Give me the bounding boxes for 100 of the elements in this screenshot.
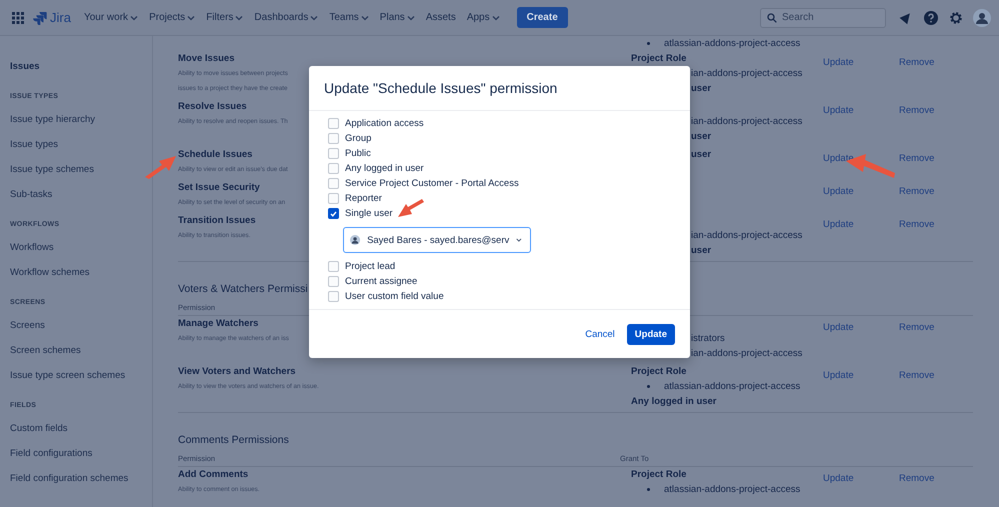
nav-menu-item[interactable]: Assets xyxy=(420,8,461,27)
checkbox-label: Any logged in user xyxy=(345,163,424,174)
grant-to-text: Any logged in user xyxy=(631,395,717,409)
checkbox[interactable] xyxy=(328,163,339,174)
sidebar-item[interactable]: Screen schemes xyxy=(10,338,152,363)
user-avatar-icon[interactable] xyxy=(973,8,991,26)
bullet-icon xyxy=(647,488,650,491)
grant-to-text: ian-addons-project-access xyxy=(691,67,802,81)
sidebar-item[interactable]: Custom fields xyxy=(10,416,152,441)
grant-to-text: Project Role xyxy=(631,365,686,379)
checkbox-label: Group xyxy=(345,133,372,144)
checkbox-label: Public xyxy=(345,148,371,159)
nav-menu-item[interactable]: Filters xyxy=(201,8,248,27)
sidebar-item[interactable]: Field configurations xyxy=(10,441,152,466)
nav-menu-item[interactable]: Apps xyxy=(462,8,505,27)
remove-link[interactable]: Remove xyxy=(899,51,973,70)
search-field[interactable]: Search xyxy=(760,8,886,28)
checkmark-icon xyxy=(330,210,337,216)
sidebar-item[interactable]: Issue type hierarchy xyxy=(10,107,152,132)
grant-to-text: user xyxy=(691,82,712,96)
permission-name: Schedule Issues xyxy=(178,148,252,162)
checkbox-label: Current assignee xyxy=(345,276,418,287)
grant-to-text: ian-addons-project-access xyxy=(691,347,802,361)
update-link[interactable]: Update xyxy=(823,180,899,199)
bullet-icon xyxy=(647,42,650,45)
product-name: Jira xyxy=(50,10,71,25)
update-link[interactable]: Update xyxy=(823,51,899,70)
remove-link[interactable]: Remove xyxy=(899,147,973,166)
checkbox-label: Application access xyxy=(345,118,424,129)
grant-to-text: ian-addons-project-access xyxy=(691,115,802,129)
grant-to-text: atlassian-addons-project-access xyxy=(664,380,800,394)
permission-name: Move Issues xyxy=(178,52,234,66)
grant-to-text: Project Role xyxy=(631,52,686,66)
checkbox[interactable] xyxy=(328,118,339,129)
checkbox[interactable] xyxy=(328,208,339,219)
permission-name: Resolve Issues xyxy=(178,100,247,114)
chevron-down-icon xyxy=(516,237,522,243)
create-button[interactable]: Create xyxy=(516,7,568,28)
remove-link[interactable]: Remove xyxy=(899,364,973,383)
checkbox[interactable] xyxy=(328,276,339,287)
grant-to-text: user xyxy=(691,244,712,258)
permission-name: View Voters and Watchers xyxy=(178,365,296,379)
grant-to-text: ian-addons-project-access xyxy=(691,229,802,243)
sidebar-item[interactable]: Workflow schemes xyxy=(10,260,152,285)
update-link[interactable]: Update xyxy=(823,316,899,335)
update-link[interactable]: Update xyxy=(823,213,899,232)
nav-menu-item[interactable]: Plans xyxy=(374,8,420,27)
grant-to-text: atlassian-addons-project-access xyxy=(664,483,800,497)
checkbox[interactable] xyxy=(328,178,339,189)
apps-grid-icon xyxy=(12,12,24,24)
grant-to-text: user xyxy=(691,148,712,162)
sidebar-item[interactable]: Issues xyxy=(10,54,152,79)
section-title: Voters & Watchers Permissi xyxy=(178,282,308,297)
remove-link[interactable]: Remove xyxy=(899,213,973,232)
update-link[interactable]: Update xyxy=(823,147,899,166)
sidebar-item[interactable]: Issue type schemes xyxy=(10,157,152,182)
update-link[interactable]: Update xyxy=(823,467,899,486)
checkbox[interactable] xyxy=(328,148,339,159)
cancel-button[interactable]: Cancel xyxy=(581,324,619,344)
user-avatar-icon xyxy=(350,233,360,247)
sidebar-item[interactable]: Workflows xyxy=(10,235,152,260)
sidebar-item[interactable]: Issue type screen schemes xyxy=(10,363,152,388)
sidebar-item[interactable]: Screens xyxy=(10,313,152,338)
checkbox-label: Service Project Customer - Portal Access xyxy=(345,178,519,189)
permission-name: Manage Watchers xyxy=(178,317,258,331)
nav-menu-item[interactable]: Teams xyxy=(324,8,374,27)
dialog-title: Update "Schedule Issues" permission xyxy=(324,80,558,96)
bullet-icon xyxy=(647,385,650,388)
remove-link[interactable]: Remove xyxy=(899,316,973,335)
permission-name: Transition Issues xyxy=(178,214,256,228)
user-select-field[interactable]: Sayed Bares - sayed.bares@serv xyxy=(343,227,531,253)
remove-link[interactable]: Remove xyxy=(899,467,973,486)
checkbox[interactable] xyxy=(328,291,339,302)
sidebar-item[interactable]: Sub-tasks xyxy=(10,182,152,207)
sidebar-item[interactable]: Field configuration schemes xyxy=(10,466,152,491)
checkbox[interactable] xyxy=(328,193,339,204)
grant-to-text: Project Role xyxy=(631,468,686,482)
checkbox-label: Project lead xyxy=(345,261,396,272)
section-title: Comments Permissions xyxy=(178,433,289,448)
grant-to-text: atlassian-addons-project-access xyxy=(664,37,800,51)
search-icon xyxy=(767,12,777,22)
remove-link[interactable]: Remove xyxy=(899,99,973,118)
nav-menu-item[interactable]: Your work xyxy=(78,8,144,27)
update-button[interactable]: Update xyxy=(626,324,675,344)
nav-menu-item[interactable]: Dashboards xyxy=(249,8,324,27)
sidebar-item[interactable]: Issue types xyxy=(10,132,152,157)
checkbox-label: Reporter xyxy=(345,193,382,204)
annotation-arrow xyxy=(396,198,426,220)
checkbox-label: Single user xyxy=(345,208,393,219)
remove-link[interactable]: Remove xyxy=(899,180,973,199)
checkbox[interactable] xyxy=(328,261,339,272)
permission-name: Add Comments xyxy=(178,468,248,482)
nav-menu-item[interactable]: Projects xyxy=(144,8,200,27)
jira-logo-icon[interactable] xyxy=(33,10,47,24)
update-link[interactable]: Update xyxy=(823,364,899,383)
update-link[interactable]: Update xyxy=(823,99,899,118)
checkbox[interactable] xyxy=(328,133,339,144)
permission-name: Set Issue Security xyxy=(178,181,260,195)
help-icon[interactable] xyxy=(923,10,939,26)
settings-icon[interactable] xyxy=(948,10,964,26)
